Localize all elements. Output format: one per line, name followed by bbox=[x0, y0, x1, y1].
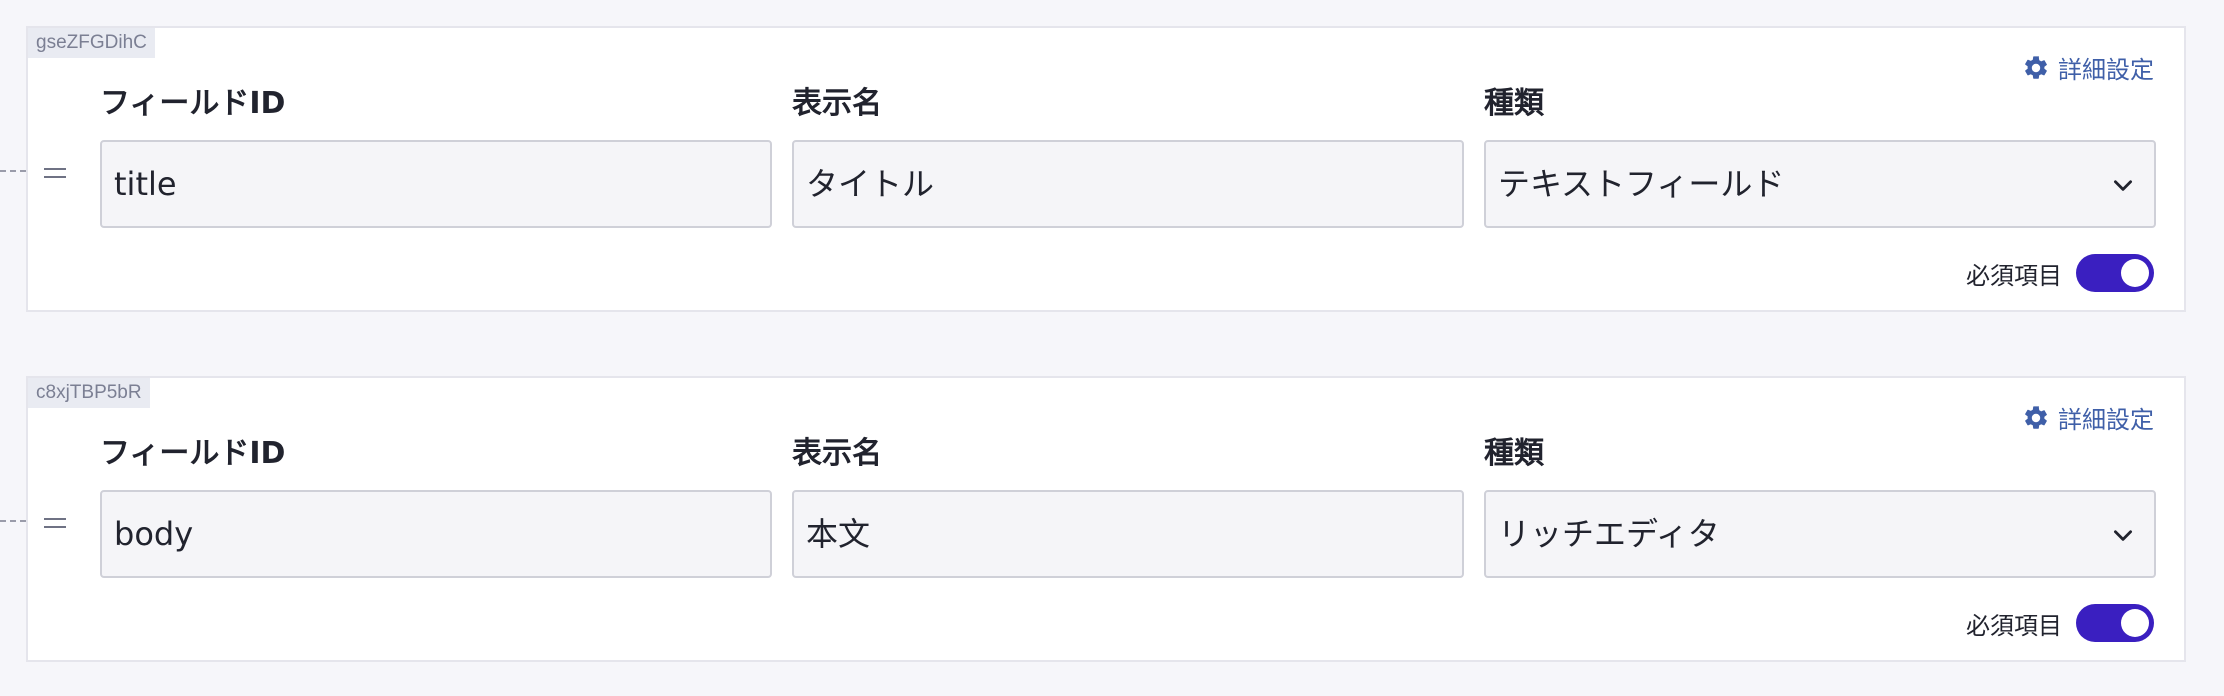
display-name-label: 表示名 bbox=[792, 86, 882, 121]
type-label: 種類 bbox=[1484, 436, 1544, 471]
field-id-input[interactable]: title bbox=[100, 140, 772, 228]
display-name-input[interactable]: 本文 bbox=[792, 490, 1464, 578]
display-name-label: 表示名 bbox=[792, 436, 882, 471]
type-label: 種類 bbox=[1484, 86, 1544, 121]
field-card: gseZFGDihC 詳細設定 フィールドID title 表示名 タイトル 種… bbox=[26, 26, 2186, 312]
drag-handle-icon[interactable] bbox=[44, 168, 66, 182]
type-select[interactable]: テキストフィールド bbox=[1484, 140, 2156, 228]
required-toggle[interactable] bbox=[2076, 254, 2154, 292]
type-column: 種類 リッチエディタ bbox=[1484, 432, 2156, 578]
required-row: 必須項目 bbox=[1966, 604, 2154, 642]
connector-line bbox=[0, 170, 26, 172]
required-label: 必須項目 bbox=[1966, 261, 2062, 290]
type-select[interactable]: リッチエディタ bbox=[1484, 490, 2156, 578]
drag-handle-icon[interactable] bbox=[44, 518, 66, 532]
field-key-badge: c8xjTBP5bR bbox=[28, 378, 150, 408]
gear-icon bbox=[2025, 405, 2047, 429]
required-toggle[interactable] bbox=[2076, 604, 2154, 642]
field-id-input[interactable]: body bbox=[100, 490, 772, 578]
display-name-column: 表示名 タイトル bbox=[792, 82, 1464, 228]
gear-icon bbox=[2025, 55, 2047, 79]
required-row: 必須項目 bbox=[1966, 254, 2154, 292]
field-card: c8xjTBP5bR 詳細設定 フィールドID body 表示名 本文 種類 リ… bbox=[26, 376, 2186, 662]
field-key-badge: gseZFGDihC bbox=[28, 28, 155, 58]
field-id-column: フィールドID body bbox=[100, 432, 772, 578]
connector-line bbox=[0, 520, 26, 522]
type-select-value: リッチエディタ bbox=[1498, 515, 1720, 553]
advanced-settings-button[interactable]: 詳細設定 bbox=[2022, 50, 2154, 85]
advanced-settings-label: 詳細設定 bbox=[2058, 406, 2154, 434]
advanced-settings-button[interactable]: 詳細設定 bbox=[2022, 400, 2154, 435]
field-id-column: フィールドID title bbox=[100, 82, 772, 228]
display-name-column: 表示名 本文 bbox=[792, 432, 1464, 578]
field-id-label: フィールドID bbox=[100, 86, 286, 121]
field-id-label: フィールドID bbox=[100, 436, 286, 471]
type-column: 種類 テキストフィールド bbox=[1484, 82, 2156, 228]
chevron-down-icon bbox=[2114, 530, 2132, 541]
advanced-settings-label: 詳細設定 bbox=[2058, 56, 2154, 84]
display-name-input[interactable]: タイトル bbox=[792, 140, 1464, 228]
type-select-value: テキストフィールド bbox=[1498, 165, 1785, 203]
required-label: 必須項目 bbox=[1966, 611, 2062, 640]
toggle-knob bbox=[2121, 259, 2149, 287]
toggle-knob bbox=[2121, 609, 2149, 637]
chevron-down-icon bbox=[2114, 180, 2132, 191]
